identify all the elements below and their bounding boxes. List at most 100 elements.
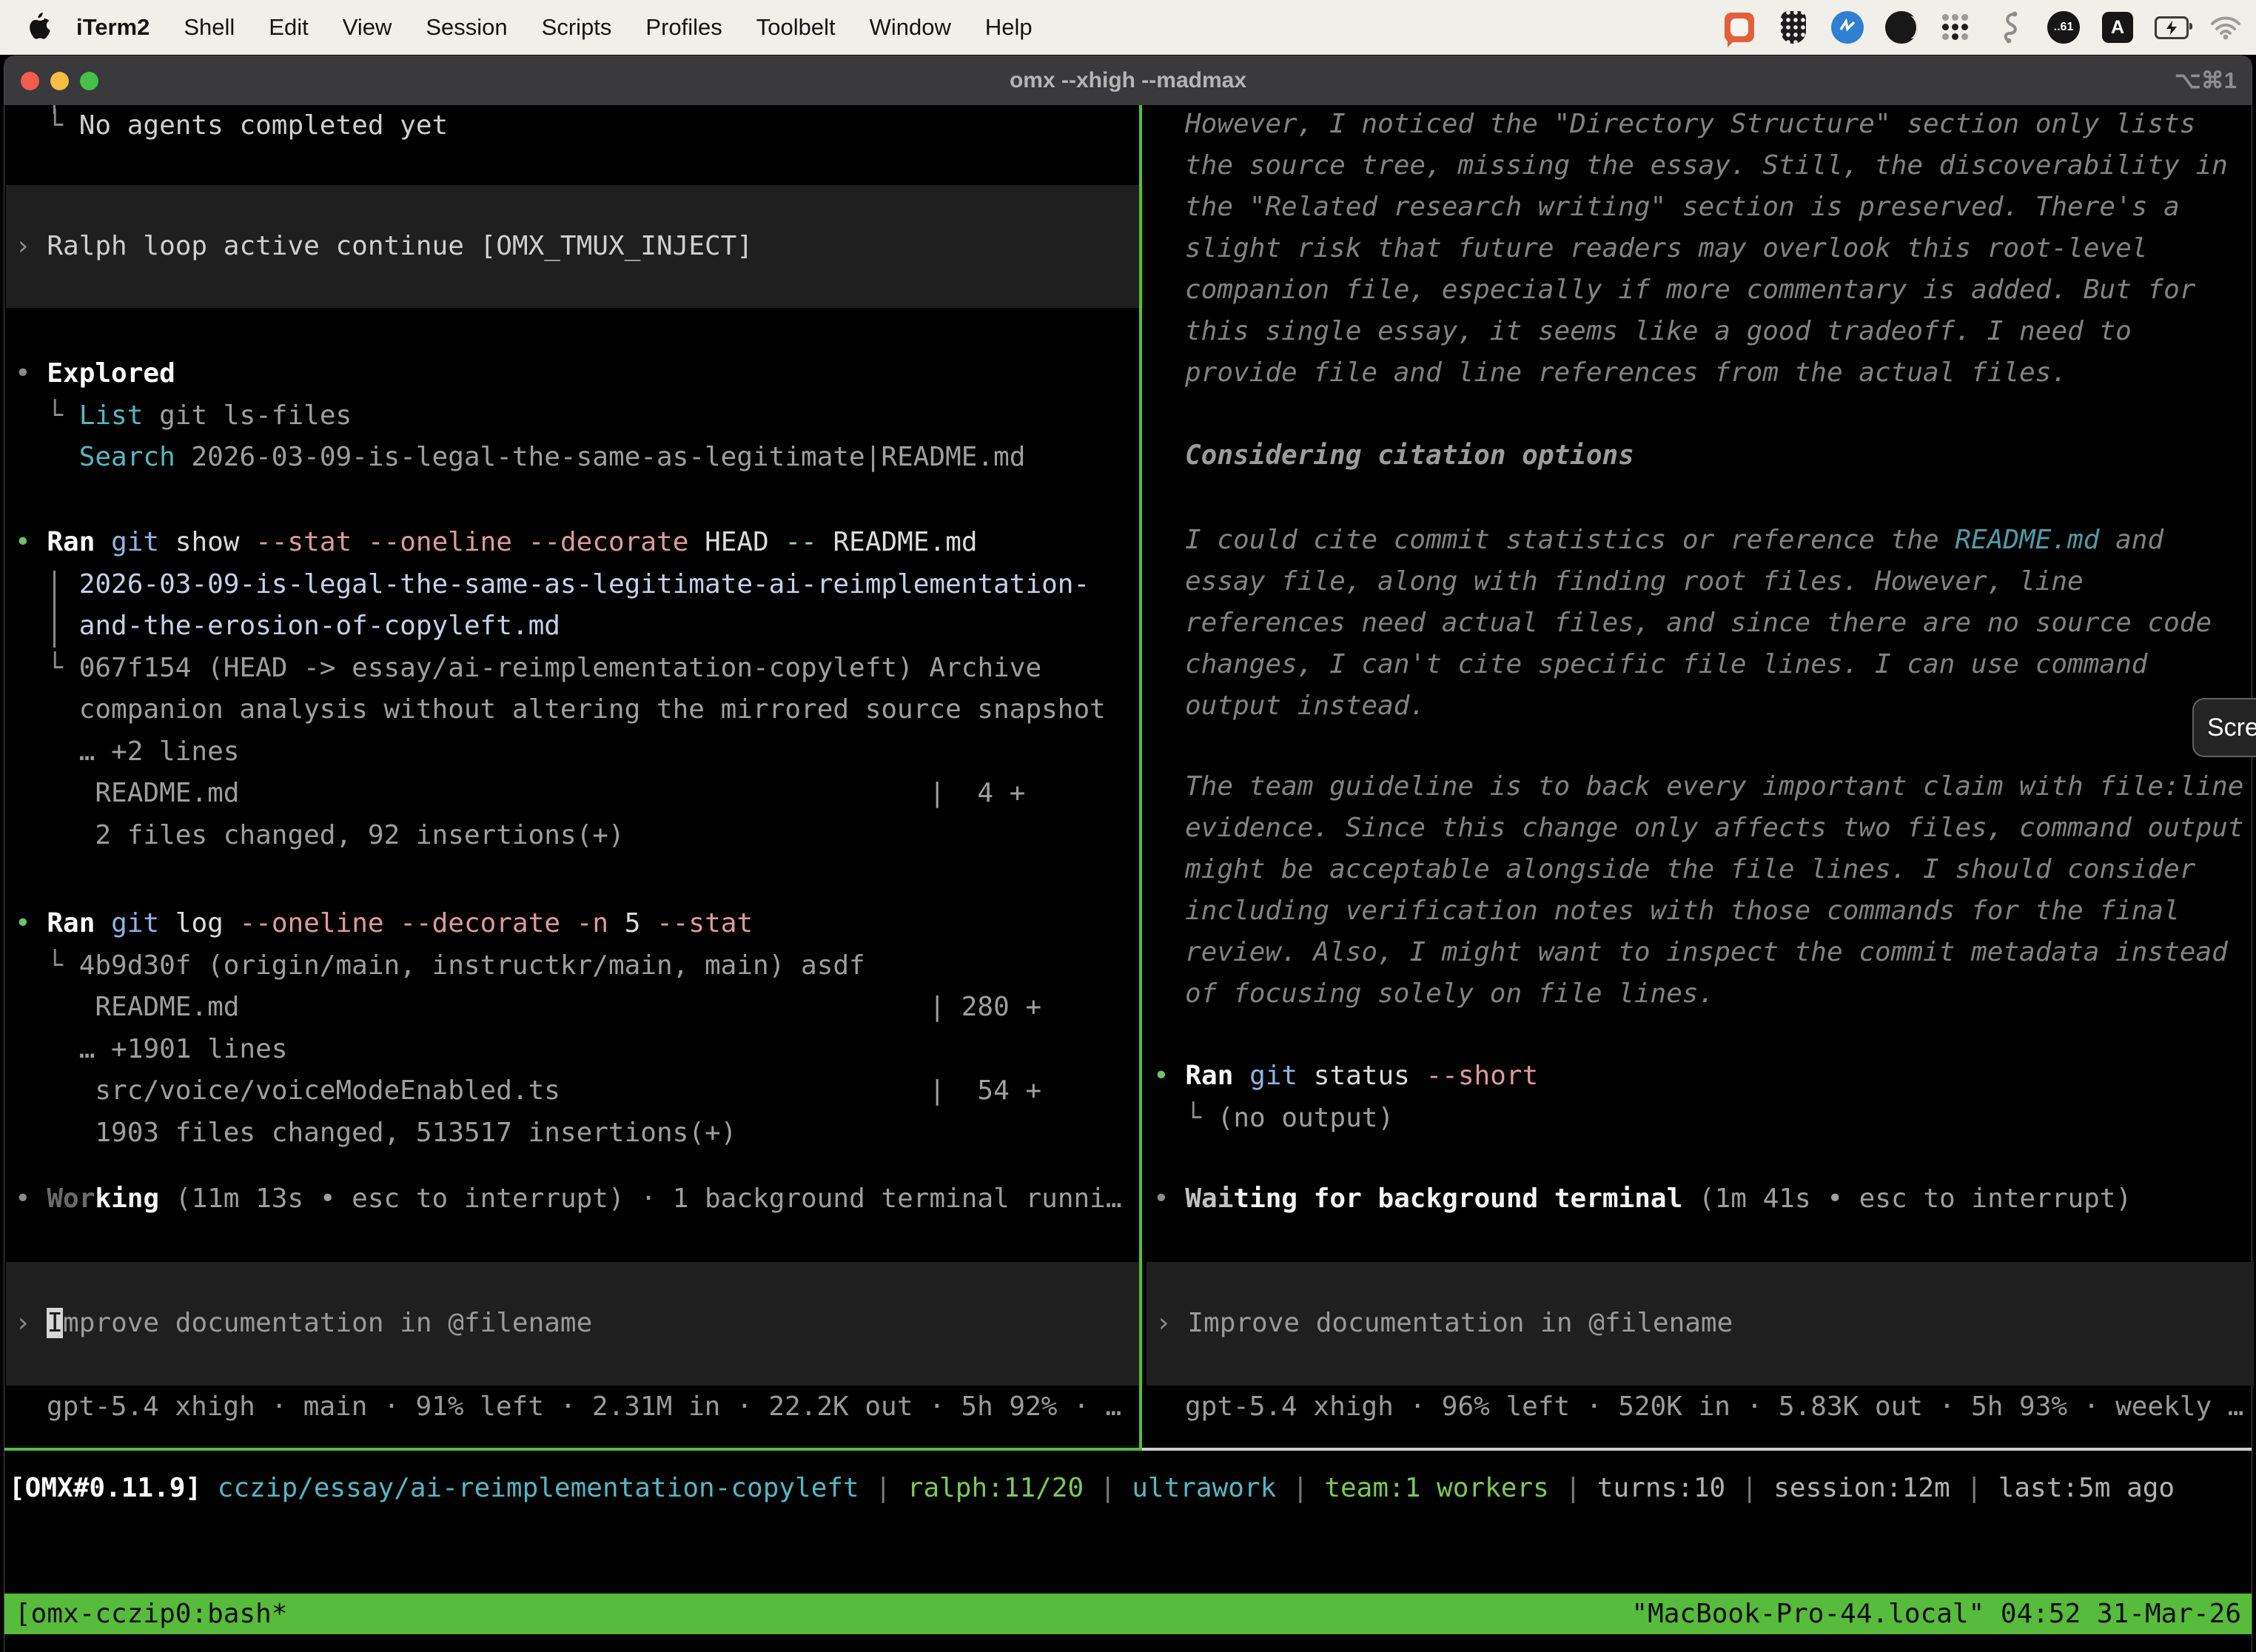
menu-item-window[interactable]: Window (853, 14, 968, 41)
screen-popup-button[interactable]: Scre (2192, 698, 2256, 757)
right-prompt-input[interactable]: › Improve documentation in @filename (1147, 1262, 2254, 1386)
terminal-line: › Improve documentation in @filename (15, 1303, 592, 1345)
screen-popup-label: Scre (2207, 713, 2256, 742)
menubar-status-icons: ..61 A (1722, 10, 2243, 44)
left-inject-box[interactable]: › Ralph loop active continue [OMX_TMUX_I… (6, 185, 1143, 308)
terminal-line: gpt-5.4 xhigh · main · 91% left · 2.31M … (47, 1386, 1121, 1428)
menu-item-toolbelt[interactable]: Toolbelt (739, 14, 853, 41)
terminal-line: • Ran git log --oneline --decorate -n 5 … (15, 903, 1041, 945)
left-explored-block: • Explored └ List git ls-files Search 20… (15, 353, 1025, 479)
terminal-line: slight risk that future readers may over… (1185, 228, 2228, 269)
tree-line (53, 571, 56, 648)
terminal-line: references need actual files, and since … (1185, 602, 2212, 644)
menu-item-help[interactable]: Help (968, 14, 1050, 41)
terminal-line: └ (no output) (1153, 1098, 1538, 1140)
terminal-line: The team guideline is to back every impo… (1185, 766, 2243, 807)
left-model-statusline: gpt-5.4 xhigh · main · 91% left · 2.31M … (47, 1386, 1121, 1428)
menu-item-profiles[interactable]: Profiles (628, 14, 739, 41)
terminal-line: … +1901 lines (15, 1029, 1041, 1071)
sync-bolt-icon[interactable] (1830, 10, 1864, 44)
terminal-line: • Ran git show --stat --oneline --decora… (15, 522, 1106, 564)
left-agents-note: └ No agents completed yet (15, 105, 448, 147)
squiggle-icon[interactable] (1993, 10, 2027, 44)
left-git-log-block: • Ran git log --oneline --decorate -n 5 … (15, 903, 1041, 1154)
terminal-line: src/voice/voiceModeEnabled.ts | 54 + (15, 1070, 1041, 1112)
terminal-line: essay file, along with finding root file… (1185, 561, 2212, 602)
terminal-line: README.md | 280 + (15, 987, 1041, 1029)
terminal-line: output instead. (1185, 685, 2212, 727)
menu-item-iterm2[interactable]: iTerm2 (59, 14, 167, 41)
menu-items: iTerm2ShellEditViewSessionScriptsProfile… (59, 14, 1050, 41)
right-thinking-para1: However, I noticed the "Directory Struct… (1185, 104, 2228, 394)
terminal-line: 1903 files changed, 513517 insertions(+) (15, 1112, 1041, 1155)
tmux-host-clock: "MacBook-Pro-44.local" 04:52 31-Mar-26 (1631, 1599, 2241, 1629)
battery-charging-icon[interactable] (2155, 10, 2189, 44)
terminal-line: └ 4b9d30f (origin/main, instructkr/main,… (15, 945, 1041, 987)
terminal-line: I could cite commit statistics or refere… (1185, 520, 2212, 561)
terminal-line: └ 067f154 (HEAD -> essay/ai-reimplementa… (15, 648, 1106, 690)
terminal-line: └ No agents completed yet (15, 105, 448, 147)
terminal-line: changes, I can't cite specific file line… (1185, 644, 2212, 685)
omx-statusline: [OMX#0.11.9] cczip/essay/ai-reimplementa… (9, 1468, 2175, 1510)
pane-divider[interactable] (1139, 105, 1142, 1451)
terminal-line: Search 2026-03-09-is-legal-the-same-as-l… (15, 437, 1025, 479)
terminal-line: provide file and line references from th… (1185, 352, 2228, 394)
terminal-line: the source tree, missing the essay. Stil… (1185, 145, 2228, 187)
left-prompt-line: › Improve documentation in @filename (15, 1303, 592, 1345)
right-thinking-para2: I could cite commit statistics or refere… (1185, 520, 2212, 727)
right-thinking-heading: Considering citation options (1185, 435, 1634, 477)
menu-item-edit[interactable]: Edit (252, 14, 325, 41)
terminal-line: and-the-erosion-of-copyleft.md (15, 605, 1106, 648)
terminal-line: • Ran git status --short (1153, 1055, 1538, 1098)
tree-line (53, 105, 56, 114)
terminal-line: › Ralph loop active continue [OMX_TMUX_I… (15, 226, 753, 268)
right-thinking-para3: The team guideline is to back every impo… (1185, 766, 2243, 1015)
terminal-line: companion analysis without altering the … (15, 689, 1106, 731)
left-prompt-input[interactable]: › Improve documentation in @filename (6, 1262, 1143, 1386)
menu-item-session[interactable]: Session (409, 14, 524, 41)
terminal-line: › Improve documentation in @filename (1155, 1303, 1733, 1345)
window-titlebar[interactable]: omx --xhigh --madmax ⌥⌘1 (4, 56, 2252, 105)
menu-item-shell[interactable]: Shell (167, 14, 252, 41)
terminal-line: • Waiting for background terminal (1m 41… (1153, 1178, 2132, 1220)
right-waiting-status: • Waiting for background terminal (1m 41… (1153, 1178, 2132, 1220)
menu-item-scripts[interactable]: Scripts (525, 14, 629, 41)
terminal-line: including verification notes with those … (1185, 890, 2243, 932)
window-title: omx --xhigh --madmax (4, 68, 2252, 93)
shield-grid-icon[interactable] (1776, 10, 1810, 44)
left-inject-line: › Ralph loop active continue [OMX_TMUX_I… (15, 226, 753, 268)
left-working-status: • Working (11m 13s • esc to interrupt) ·… (15, 1178, 1122, 1220)
tmux-session-label: [omx-cczip0:bash* (15, 1599, 287, 1629)
a-key-icon[interactable]: A (2101, 10, 2135, 44)
terminal-line: … +2 lines (15, 731, 1106, 773)
terminal-content[interactable]: └ No agents completed yet › Ralph loop a… (4, 105, 2252, 1652)
menu-item-view[interactable]: View (326, 14, 409, 41)
terminal-line: gpt-5.4 xhigh · 96% left · 520K in · 5.8… (1185, 1386, 2243, 1428)
dots-grid-icon[interactable] (1938, 10, 1973, 44)
screen: iTerm2ShellEditViewSessionScriptsProfile… (0, 0, 2256, 1652)
terminal-line: 2 files changed, 92 insertions(+) (15, 815, 1106, 857)
menu-bar: iTerm2ShellEditViewSessionScriptsProfile… (0, 0, 2256, 55)
right-model-statusline: gpt-5.4 xhigh · 96% left · 520K in · 5.8… (1185, 1386, 2243, 1428)
wifi-icon[interactable] (2209, 10, 2243, 44)
terminal-line: the "Related research writing" section i… (1185, 187, 2228, 228)
left-git-show-block: • Ran git show --stat --oneline --decora… (15, 522, 1106, 856)
terminal-line: • Working (11m 13s • esc to interrupt) ·… (15, 1178, 1122, 1220)
screenshot-icon[interactable] (1722, 10, 1756, 44)
badge-61-icon[interactable]: ..61 (2047, 10, 2081, 44)
window-shortcut-hint: ⌥⌘1 (2175, 67, 2237, 94)
right-git-status-block: • Ran git status --short └ (no output) (1153, 1055, 1538, 1139)
terminal-line: of focusing solely on file lines. (1185, 973, 2243, 1015)
terminal-line: └ List git ls-files (15, 395, 1025, 437)
apple-menu-icon[interactable] (25, 13, 52, 42)
terminal-line: Considering citation options (1185, 435, 1634, 477)
terminal-line: might be acceptable alongside the file l… (1185, 849, 2243, 890)
terminal-line: README.md | 4 + (15, 773, 1106, 815)
left-pane-bottom-border (4, 1448, 1141, 1451)
right-pane-bottom-border (1142, 1448, 2252, 1451)
terminal-line: However, I noticed the "Directory Struct… (1185, 104, 2228, 145)
terminal-line: this single essay, it seems like a good … (1185, 311, 2228, 352)
right-prompt-line: › Improve documentation in @filename (1155, 1303, 1733, 1345)
pie-crescent-icon[interactable] (1884, 10, 1918, 44)
terminal-line: review. Also, I might want to inspect th… (1185, 932, 2243, 973)
